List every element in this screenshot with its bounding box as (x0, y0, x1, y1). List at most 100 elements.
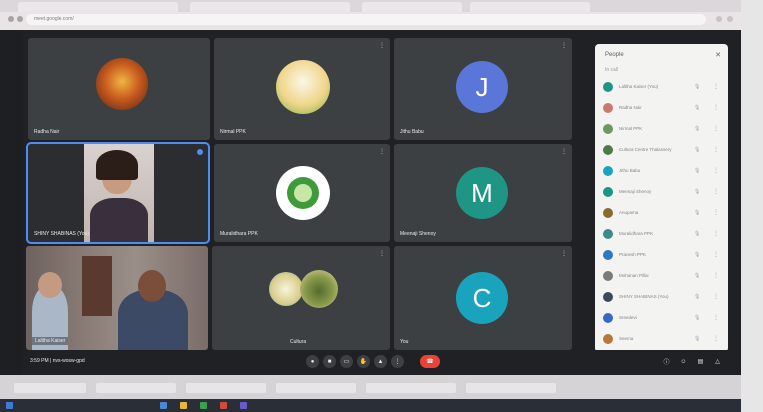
participant-tile[interactable]: Lalitha Kaiser (26, 246, 208, 350)
profile-icon[interactable] (727, 16, 733, 22)
people-icon[interactable]: ☺ (677, 355, 690, 368)
close-icon[interactable]: ✕ (715, 51, 721, 59)
avatar (603, 103, 613, 113)
participant-tile[interactable]: ⋮ Nirmal PPK (214, 38, 390, 140)
avatar (603, 145, 613, 155)
more-options-icon[interactable]: ⋮ (713, 314, 719, 321)
mic-icon[interactable]: 🎙 (694, 273, 700, 279)
more-options-icon[interactable]: ⋮ (713, 272, 719, 279)
mic-icon[interactable]: ● (306, 355, 319, 368)
browser-taskbar (0, 375, 763, 399)
avatar (603, 292, 613, 302)
participant-row-name: Sreedevi (619, 315, 637, 320)
mic-icon[interactable]: 🎙 (694, 336, 700, 342)
back-icon[interactable] (8, 16, 14, 22)
more-options-icon[interactable]: ⋮ (713, 83, 719, 90)
more-options-icon[interactable]: ⋮ (379, 148, 385, 155)
mic-icon[interactable]: 🎙 (694, 105, 700, 111)
mic-icon[interactable]: 🎙 (694, 294, 700, 300)
panel-title: People (605, 52, 624, 58)
taskbar-app-icon[interactable] (180, 402, 187, 409)
participant-row[interactable]: Meenaji Shenoy 🎙 ⋮ (601, 183, 723, 201)
browser-tab[interactable] (190, 2, 350, 12)
info-icon[interactable]: ⓘ (660, 355, 673, 368)
reload-icon[interactable] (17, 16, 23, 22)
mic-icon[interactable]: 🎙 (694, 189, 700, 195)
more-options-icon[interactable]: ⋮ (561, 42, 567, 49)
more-options-icon[interactable]: ⋮ (379, 42, 385, 49)
more-options-icon[interactable]: ⋮ (713, 167, 719, 174)
mic-icon[interactable]: 🎙 (694, 168, 700, 174)
participant-tile[interactable]: C ⋮ You (394, 246, 572, 350)
task-tab[interactable] (276, 383, 356, 393)
taskbar-app-icon[interactable] (240, 402, 247, 409)
more-options-icon[interactable]: ⋮ (713, 251, 719, 258)
mic-icon[interactable]: 🎙 (694, 147, 700, 153)
participant-row[interactable]: Sreedevi 🎙 ⋮ (601, 309, 723, 327)
avatar (603, 229, 613, 239)
mic-icon[interactable]: 🎙 (694, 315, 700, 321)
participant-name: You (400, 339, 409, 345)
participant-row[interactable]: Lalitha Kaiser (You) 🎙 ⋮ (601, 78, 723, 96)
participant-name: Lalitha Kaiser (32, 337, 69, 345)
task-tab[interactable] (186, 383, 266, 393)
avatar (603, 250, 613, 260)
chat-icon[interactable]: ▤ (694, 355, 707, 368)
start-icon[interactable] (6, 402, 13, 409)
mic-icon[interactable]: 🎙 (694, 231, 700, 237)
participant-row[interactable]: Jithu Babu 🎙 ⋮ (601, 162, 723, 180)
task-tab[interactable] (366, 383, 456, 393)
camera-icon[interactable]: ■ (323, 355, 336, 368)
participant-tile[interactable]: M ⋮ Meenaji Shenoy (394, 144, 572, 242)
participant-row[interactable]: Muralidhara PPK 🎙 ⋮ (601, 225, 723, 243)
more-options-icon[interactable]: ⋮ (391, 355, 404, 368)
taskbar-app-icon[interactable] (160, 402, 167, 409)
participant-row[interactable]: Anupama 🎙 ⋮ (601, 204, 723, 222)
task-tab[interactable] (466, 383, 556, 393)
captions-icon[interactable]: ▭ (340, 355, 353, 368)
mic-icon[interactable]: 🎙 (694, 126, 700, 132)
more-options-icon[interactable]: ⋮ (713, 230, 719, 237)
present-icon[interactable]: ▲ (374, 355, 387, 368)
more-options-icon[interactable]: ⋮ (713, 335, 719, 342)
avatar (603, 187, 613, 197)
participant-row[interactable]: Cultura Centre Thalassery 🎙 ⋮ (601, 141, 723, 159)
browser-tab[interactable] (362, 2, 462, 12)
participant-row[interactable]: Pranesh PPK 🎙 ⋮ (601, 246, 723, 264)
participant-row[interactable]: SHINY SHABINAS (You) 🎙 ⋮ (601, 288, 723, 306)
taskbar-app-icon[interactable] (220, 402, 227, 409)
leave-call-button[interactable]: ☎ (420, 355, 440, 368)
more-options-icon[interactable]: ⋮ (713, 293, 719, 300)
taskbar-app-icon[interactable] (200, 402, 207, 409)
browser-tab[interactable] (18, 2, 178, 12)
participant-tile[interactable]: ⋮ Muralidhara PPK (214, 144, 390, 242)
participant-tile-speaking[interactable]: SHINY SHABINAS (You) (26, 142, 210, 244)
more-options-icon[interactable]: ⋮ (713, 209, 719, 216)
more-options-icon[interactable]: ⋮ (713, 146, 719, 153)
mic-icon[interactable]: 🎙 (694, 252, 700, 258)
address-bar[interactable]: meet.google.com/ (26, 14, 706, 25)
participant-tile[interactable]: J ⋮ Jithu Babu (394, 38, 572, 140)
task-tab[interactable] (96, 383, 176, 393)
url-text: meet.google.com/ (34, 16, 74, 22)
participant-tile[interactable]: Radha Nair (28, 38, 210, 140)
activities-icon[interactable]: △ (711, 355, 724, 368)
more-options-icon[interactable]: ⋮ (561, 250, 567, 257)
participant-row[interactable]: Radha Nair 🎙 ⋮ (601, 99, 723, 117)
raise-hand-icon[interactable]: ✋ (357, 355, 370, 368)
more-options-icon[interactable]: ⋮ (713, 104, 719, 111)
participant-row[interactable]: Seema 🎙 ⋮ (601, 330, 723, 348)
more-options-icon[interactable]: ⋮ (713, 188, 719, 195)
avatar (603, 82, 613, 92)
participant-tile[interactable]: ⋮ Cultura (212, 246, 390, 350)
participant-row[interactable]: Mohanan Pillai 🎙 ⋮ (601, 267, 723, 285)
task-tab[interactable] (14, 383, 86, 393)
mic-icon[interactable]: 🎙 (694, 210, 700, 216)
more-options-icon[interactable]: ⋮ (713, 125, 719, 132)
more-options-icon[interactable]: ⋮ (379, 250, 385, 257)
extensions-icon[interactable] (716, 16, 722, 22)
browser-tab[interactable] (470, 2, 590, 12)
mic-icon[interactable]: 🎙 (694, 84, 700, 90)
participant-row[interactable]: Nirmal PPK 🎙 ⋮ (601, 120, 723, 138)
more-options-icon[interactable]: ⋮ (561, 148, 567, 155)
